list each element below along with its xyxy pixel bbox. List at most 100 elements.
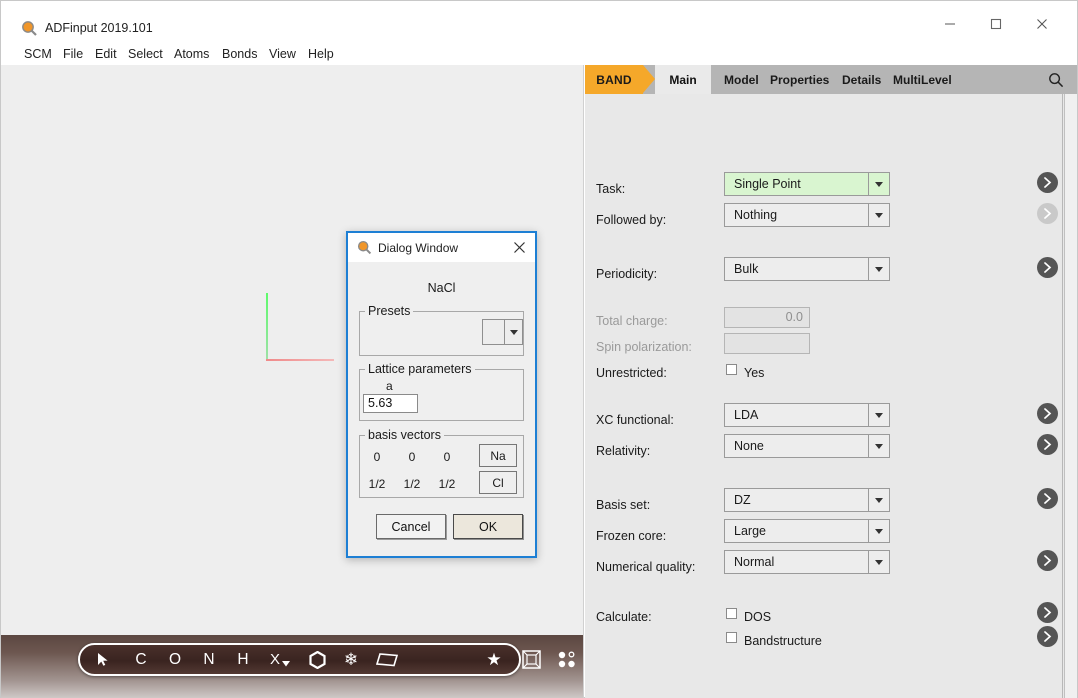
hydrogen-tool[interactable]: H	[226, 645, 260, 674]
settings-panel: BAND Main Model Properties Details Multi…	[585, 65, 1077, 698]
star-tool-icon[interactable]: ★	[476, 645, 512, 674]
bandstructure-checkbox[interactable]	[726, 632, 737, 643]
window-title: ADFinput 2019.101	[45, 20, 153, 36]
tab-properties[interactable]: Properties	[770, 65, 829, 94]
band-badge-arrow	[643, 65, 655, 93]
element-button-cl[interactable]: Cl	[479, 471, 517, 494]
unrestricted-checkbox[interactable]	[726, 364, 737, 375]
chevron-down-icon	[504, 320, 522, 344]
element-picker-tool[interactable]: X	[260, 645, 300, 674]
menu-item-select[interactable]: Select	[125, 43, 166, 65]
relativity-select[interactable]: None	[724, 434, 890, 458]
chevron-down-icon	[868, 520, 889, 542]
presets-legend: Presets	[365, 304, 413, 318]
numerical-quality-expand-button[interactable]	[1037, 550, 1058, 571]
calculate-label: Calculate:	[596, 610, 652, 624]
periodicity-expand-button[interactable]	[1037, 257, 1058, 278]
dialog-close-button[interactable]	[508, 237, 530, 258]
xc-functional-value: LDA	[725, 408, 868, 422]
basis-set-select[interactable]: DZ	[724, 488, 890, 512]
task-select[interactable]: Single Point	[724, 172, 890, 196]
adfinput-window: ADFinput 2019.101 SCM File Edit Select A…	[0, 0, 1078, 698]
menu-item-scm[interactable]: SCM	[21, 43, 55, 65]
menu-bar: SCM File Edit Select Atoms Bonds View He…	[1, 43, 1077, 65]
task-value: Single Point	[725, 177, 868, 191]
task-label: Task:	[596, 182, 625, 196]
x-axis-line	[266, 359, 334, 361]
chevron-down-icon	[868, 173, 889, 195]
frozen-core-value: Large	[725, 524, 868, 538]
bandstructure-expand-button[interactable]	[1037, 626, 1058, 647]
plane-tool-icon[interactable]	[368, 645, 406, 674]
spin-polarization-label: Spin polarization:	[596, 340, 692, 354]
frozen-core-select[interactable]: Large	[724, 519, 890, 543]
box-tool-icon[interactable]	[512, 645, 550, 674]
maximize-button[interactable]	[973, 9, 1019, 39]
dots-tool-icon[interactable]	[550, 645, 584, 674]
menu-item-bonds[interactable]: Bonds	[219, 43, 260, 65]
carbon-tool[interactable]: C	[124, 645, 158, 674]
chevron-down-icon	[868, 204, 889, 226]
unrestricted-checkbox-label: Yes	[744, 366, 764, 380]
ring-tool-icon[interactable]	[300, 645, 334, 674]
xc-functional-expand-button[interactable]	[1037, 403, 1058, 424]
table-cell: 1/2	[433, 477, 461, 491]
frozen-core-label: Frozen core:	[596, 529, 666, 543]
periodicity-select[interactable]: Bulk	[724, 257, 890, 281]
ok-button[interactable]: OK	[453, 514, 523, 539]
panel-scrollbar[interactable]	[1064, 94, 1077, 698]
lattice-a-input[interactable]: 5.63	[363, 394, 418, 413]
total-charge-label: Total charge:	[596, 314, 668, 328]
presets-select[interactable]	[482, 319, 523, 345]
followed-by-value: Nothing	[725, 208, 868, 222]
lattice-a-label: a	[386, 379, 393, 393]
basis-set-label: Basis set:	[596, 498, 650, 512]
menu-item-edit[interactable]: Edit	[92, 43, 120, 65]
tab-model[interactable]: Model	[724, 65, 759, 94]
table-cell: 0	[433, 450, 461, 464]
cancel-button[interactable]: Cancel	[376, 514, 446, 539]
menu-item-atoms[interactable]: Atoms	[171, 43, 212, 65]
settings-form: Task: Single Point Followed by: Nothing …	[585, 94, 1063, 698]
tab-bar: BAND Main Model Properties Details Multi…	[585, 65, 1077, 94]
tab-details[interactable]: Details	[842, 65, 881, 94]
basis-set-expand-button[interactable]	[1037, 488, 1058, 509]
search-icon[interactable]	[1041, 65, 1071, 94]
menu-item-help[interactable]: Help	[305, 43, 337, 65]
xc-functional-label: XC functional:	[596, 413, 674, 427]
menu-item-file[interactable]: File	[60, 43, 86, 65]
element-button-na[interactable]: Na	[479, 444, 517, 467]
relativity-value: None	[725, 439, 868, 453]
chevron-down-icon	[868, 489, 889, 511]
nitrogen-tool[interactable]: N	[192, 645, 226, 674]
followed-by-select[interactable]: Nothing	[724, 203, 890, 227]
periodicity-label: Periodicity:	[596, 267, 657, 281]
relativity-label: Relativity:	[596, 444, 650, 458]
band-badge[interactable]: BAND	[585, 65, 643, 94]
menu-item-view[interactable]: View	[266, 43, 299, 65]
dos-expand-button[interactable]	[1037, 602, 1058, 623]
minimize-button[interactable]	[927, 9, 973, 39]
basis-set-value: DZ	[725, 493, 868, 507]
element-picker-label: X	[270, 651, 280, 668]
chevron-down-icon	[868, 551, 889, 573]
cursor-tool-icon[interactable]	[80, 645, 124, 674]
chevron-down-icon	[282, 654, 290, 671]
oxygen-tool[interactable]: O	[158, 645, 192, 674]
followed-by-label: Followed by:	[596, 213, 666, 227]
task-expand-button[interactable]	[1037, 172, 1058, 193]
bandstructure-checkbox-label: Bandstructure	[744, 634, 822, 648]
table-cell: 1/2	[398, 477, 426, 491]
tab-multilevel[interactable]: MultiLevel	[893, 65, 952, 94]
relativity-expand-button[interactable]	[1037, 434, 1058, 455]
chevron-down-icon	[868, 258, 889, 280]
dos-checkbox[interactable]	[726, 608, 737, 619]
dialog-title-bar: Dialog Window	[348, 233, 535, 262]
xc-functional-select[interactable]: LDA	[724, 403, 890, 427]
numerical-quality-select[interactable]: Normal	[724, 550, 890, 574]
tab-main[interactable]: Main	[655, 65, 711, 94]
snowflake-tool-icon[interactable]: ❄	[334, 645, 368, 674]
close-button[interactable]	[1019, 9, 1065, 39]
periodicity-value: Bulk	[725, 262, 868, 276]
numerical-quality-value: Normal	[725, 555, 868, 569]
